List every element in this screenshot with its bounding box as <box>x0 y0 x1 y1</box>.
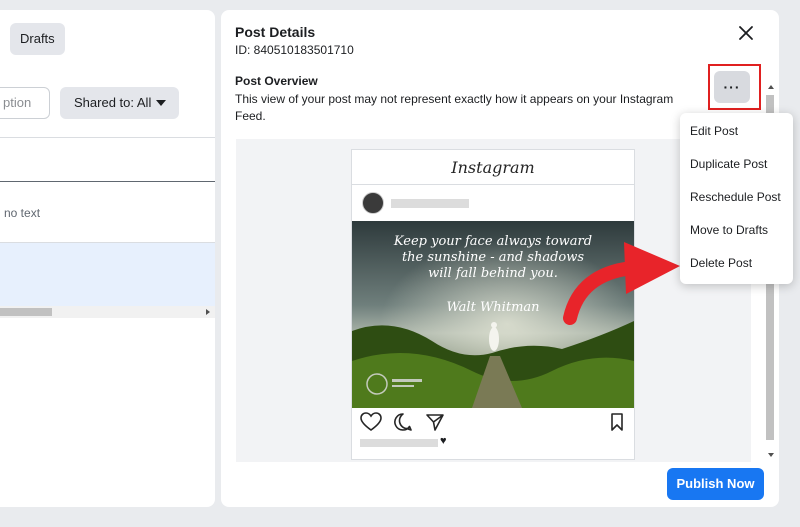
post-row-text[interactable]: no text <box>4 206 40 220</box>
comment-icon[interactable] <box>393 412 413 432</box>
heart-filled-icon: ♥ <box>440 435 447 447</box>
username-placeholder <box>391 199 469 208</box>
horizontal-scrollbar[interactable] <box>0 306 215 318</box>
publish-now-button[interactable]: Publish Now <box>667 468 764 500</box>
table-header-divider <box>0 181 215 182</box>
drafts-tab-button[interactable]: Drafts <box>10 23 65 55</box>
annotation-arrow-icon <box>563 242 680 325</box>
menu-item-duplicate-post[interactable]: Duplicate Post <box>680 148 793 181</box>
likes-placeholder <box>360 439 438 447</box>
heart-icon[interactable] <box>360 412 382 432</box>
quote-line-2: the sunshine - and shadows <box>402 250 584 265</box>
shared-to-label: Shared to: All <box>74 95 152 110</box>
menu-item-reschedule-post[interactable]: Reschedule Post <box>680 181 793 214</box>
menu-item-edit-post[interactable]: Edit Post <box>680 115 793 148</box>
caret-down-icon <box>156 100 166 106</box>
scroll-right-arrow-icon[interactable] <box>206 309 210 315</box>
avatar <box>362 192 384 214</box>
more-options-button[interactable]: ··· <box>714 71 750 103</box>
scrollbar-thumb[interactable] <box>0 308 52 316</box>
instagram-logo: Instagram <box>451 158 535 177</box>
post-details-title: Post Details <box>235 24 316 40</box>
post-id: ID: 840510183501710 <box>235 43 354 57</box>
shared-to-filter-button[interactable]: Shared to: All <box>60 87 179 119</box>
post-options-menu: Edit Post Duplicate Post Reschedule Post… <box>680 113 793 284</box>
post-overview-title: Post Overview <box>235 74 318 88</box>
post-overview-description: This view of your post may not represent… <box>235 92 674 123</box>
close-button[interactable] <box>735 22 757 44</box>
bookmark-icon[interactable] <box>609 412 625 432</box>
share-icon[interactable] <box>425 412 445 432</box>
menu-item-move-to-drafts[interactable]: Move to Drafts <box>680 214 793 247</box>
search-caption-input[interactable]: ption <box>0 87 50 119</box>
quote-line-3: will fall behind you. <box>428 266 558 281</box>
instagram-actions <box>352 412 634 434</box>
instagram-header: Instagram <box>352 150 634 185</box>
divider <box>0 137 215 138</box>
selected-post-row[interactable] <box>0 243 215 306</box>
quote-author: Walt Whitman <box>446 300 539 315</box>
scroll-down-arrow-icon[interactable] <box>768 453 774 457</box>
posts-list-panel: Drafts ption Shared to: All no text <box>0 10 215 507</box>
close-icon <box>739 26 753 40</box>
menu-item-delete-post[interactable]: Delete Post <box>680 247 793 280</box>
scroll-up-arrow-icon[interactable] <box>768 85 774 89</box>
